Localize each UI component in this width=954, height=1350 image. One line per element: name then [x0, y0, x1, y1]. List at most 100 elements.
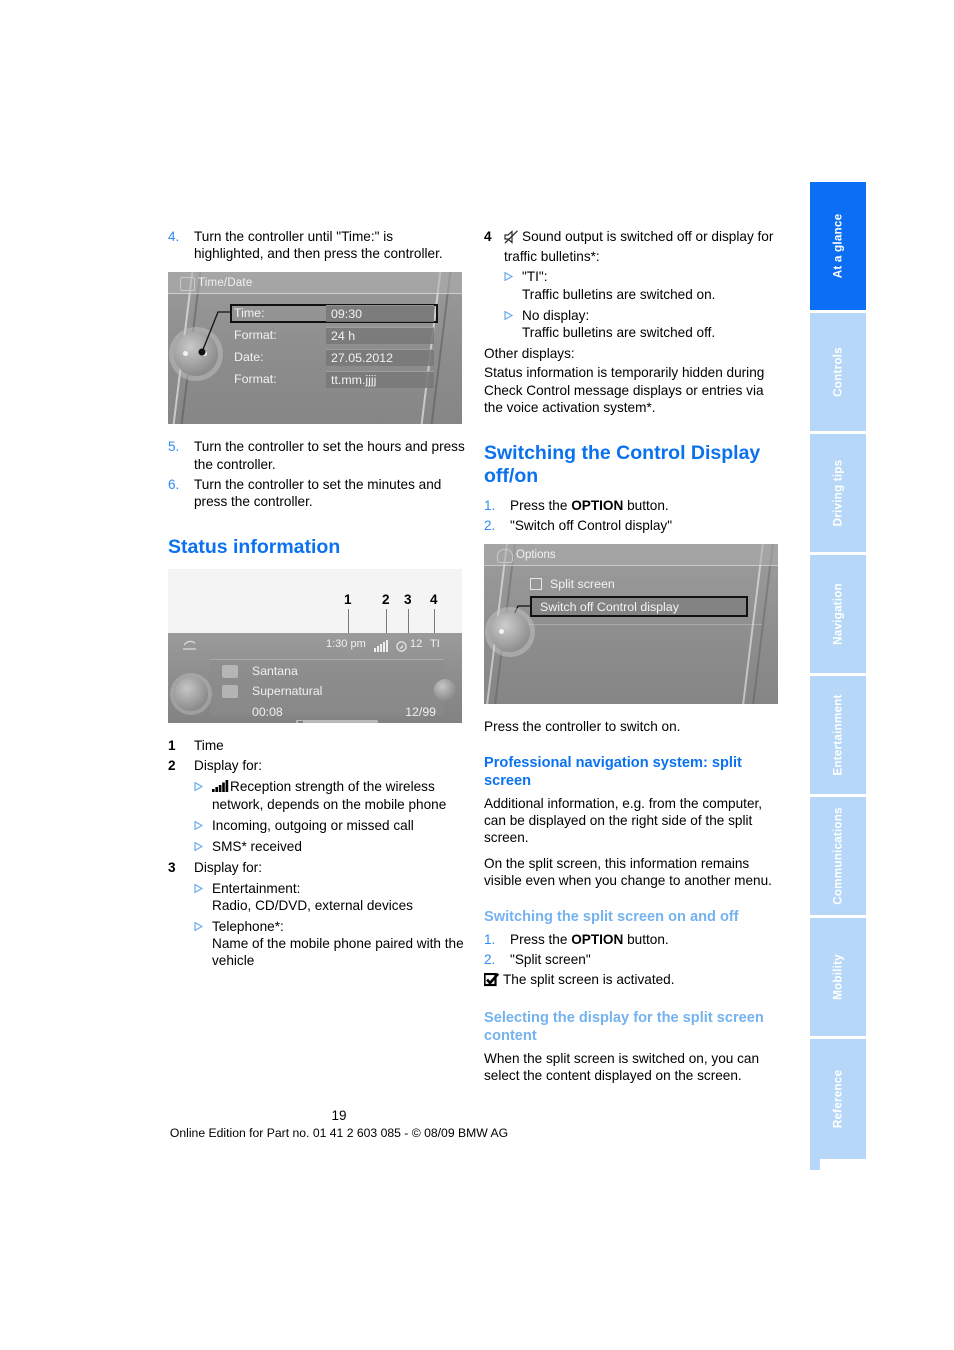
callout-1: 1	[344, 592, 352, 608]
sub-label: "TI": Traffic bulletins are switched on.	[522, 269, 716, 302]
subheading-switching-split-screen: Switching the split screen on and off	[484, 908, 739, 925]
step-text: "Split screen"	[510, 951, 591, 967]
subheading-selecting-split-screen-content: Selecting the display for the split scre…	[484, 1010, 764, 1045]
sub-label: No display: Traffic bulletins are switch…	[522, 307, 716, 341]
legend-item-1: 1 Time	[168, 737, 466, 754]
callout-4: 4	[430, 592, 438, 608]
idrive-screen-options: Options Split screen Switch off Control …	[484, 544, 778, 705]
idrive-screen-timedate: Time/Date Time: 09:30 Format: 24 h Date:…	[168, 272, 462, 425]
step-text: Turn the controller to set the minutes a…	[194, 476, 442, 510]
select-display-body: When the split screen is switched on, yo…	[484, 1051, 760, 1084]
callout-3: 3	[404, 592, 412, 608]
row-value-format2: tt.mm.jjjj	[326, 371, 434, 389]
track-progress-bar	[296, 720, 378, 724]
triangle-bullet-icon	[194, 880, 212, 914]
manual-page: 4. Turn the controller until "Time:" is …	[0, 0, 954, 1350]
sidebar-item-label: Mobility	[831, 954, 845, 1000]
triangle-bullet-icon	[504, 268, 522, 302]
section-heading-status-information: Status information	[168, 536, 341, 559]
list-item: Incoming, outgoing or missed call	[194, 817, 466, 834]
sidebar-item-navigation[interactable]: Navigation	[810, 555, 866, 673]
prof-nav-body-1: Additional information, e.g. from the co…	[484, 795, 763, 846]
split-screen-result: The split screen is activated.	[483, 971, 782, 991]
status-traffic: TI	[430, 638, 440, 651]
row-label-format1: Format:	[234, 328, 277, 343]
step-number: 1.	[484, 931, 496, 947]
controller-knob-icon	[174, 677, 208, 712]
other-displays-lead: Other displays:	[484, 346, 575, 362]
legend-3-sublist: Entertainment: Radio, CD/DVD, external d…	[194, 880, 466, 970]
step-suffix: button.	[623, 498, 669, 514]
timedate-figure: Time/Date Time: 09:30 Format: 24 h Date:…	[168, 272, 462, 425]
legend-sub-label: Reception strength of the wireless netwo…	[212, 778, 447, 812]
row-value-time: 09:30	[326, 305, 434, 323]
legend-text: Display for:	[194, 860, 262, 876]
legend-number: 2	[168, 758, 176, 774]
legend-text: Sound output is switched off or display …	[504, 228, 782, 265]
step-suffix: button.	[623, 931, 669, 947]
sidebar-item-label: Communications	[831, 807, 845, 905]
sidebar-item-label: Entertainment	[831, 694, 845, 776]
artist-icon	[222, 665, 238, 679]
sidebar-item-label: Controls	[831, 347, 845, 397]
step-number: 6.	[168, 476, 180, 492]
step-text: Turn the controller to set the hours and…	[194, 439, 465, 472]
leader-line	[198, 311, 230, 356]
split-screen-result-label: The split screen is activated.	[503, 972, 675, 988]
step-item: 2. "Switch off Control display"	[484, 517, 782, 534]
legend-sub-label: Incoming, outgoing or missed call	[212, 818, 414, 834]
sidebar-item-driving-tips[interactable]: Driving tips	[810, 434, 866, 552]
list-item: Telephone*: Name of the mobile phone pai…	[194, 918, 466, 970]
sidebar-item-controls[interactable]: Controls	[810, 313, 866, 431]
triangle-bullet-icon	[194, 838, 212, 855]
mute-speaker-icon	[504, 230, 519, 248]
idrive-screen-status: 1 2 3 4 1:30 pm 12 TI Santana Supernatur…	[168, 569, 462, 724]
legend-number: 1	[168, 738, 176, 754]
step-item: 1. Press the OPTION button.	[484, 497, 782, 514]
row-value-format1: 24 h	[326, 327, 434, 345]
status-bar: 1:30 pm 12 TI	[168, 633, 462, 655]
options-figure: Options Split screen Switch off Control …	[484, 544, 778, 705]
step-number: 2.	[484, 518, 496, 534]
sidebar-item-at-a-glance[interactable]: At a glance	[810, 182, 866, 310]
legend-item-4: 4 Sound output is switched off or displa…	[484, 228, 782, 265]
menu-button-icon	[434, 679, 456, 702]
sidebar-item-mobility[interactable]: Mobility	[810, 918, 866, 1036]
option-button-label: OPTION	[571, 931, 624, 947]
sidebar-item-label: Navigation	[831, 583, 845, 645]
legend-sub-text: Reception strength of the wireless netwo…	[212, 778, 466, 813]
step-number: 4.	[168, 229, 180, 244]
step-number: 1.	[484, 498, 496, 514]
list-item: Reception strength of the wireless netwo…	[194, 778, 466, 813]
legend-item-3: 3 Display for:	[168, 859, 466, 876]
step-item: 2. "Split screen"	[484, 951, 782, 968]
sidebar-item-entertainment[interactable]: Entertainment	[810, 676, 866, 794]
legend-sub-label: Entertainment: Radio, CD/DVD, external d…	[212, 880, 413, 913]
legend-sub-label: Telephone*: Name of the mobile phone pai…	[212, 919, 464, 969]
subheading-professional-nav-split-screen: Professional navigation system: split sc…	[484, 754, 742, 789]
legend-item-2: 2 Display for:	[168, 757, 466, 774]
footer-accent-bar	[810, 1112, 820, 1170]
right-text-column: 4 Sound output is switched off or displa…	[483, 228, 782, 1094]
row-label-format2: Format:	[234, 372, 277, 387]
artist-name: Santana	[252, 664, 298, 679]
triangle-bullet-icon	[194, 817, 212, 834]
legend-number: 4	[484, 229, 492, 244]
prof-nav-body-2: On the split screen, this information re…	[484, 856, 772, 889]
step-text: "Switch off Control display"	[510, 518, 673, 534]
album-name: Supernatural	[252, 684, 323, 699]
legend-sub-label: SMS* received	[212, 839, 302, 855]
press-controller-text: Press the controller to switch on.	[484, 719, 681, 735]
step-item: 4. Turn the controller until "Time:" is …	[168, 228, 466, 262]
legend-text: Time	[194, 738, 224, 754]
step-number: 2.	[484, 951, 496, 967]
list-item: Entertainment: Radio, CD/DVD, external d…	[194, 880, 466, 914]
row-label-date: Date:	[234, 350, 264, 365]
sidebar-item-communications[interactable]: Communications	[810, 797, 866, 915]
signal-bars-icon	[374, 638, 390, 660]
callout-2: 2	[382, 592, 390, 608]
callout-strip: 1 2 3 4	[168, 569, 462, 634]
track-counter: 12/99	[405, 705, 436, 720]
section-heading-switching-control-display: Switching the Control Display off/on	[484, 442, 761, 488]
compass-icon	[396, 638, 407, 660]
